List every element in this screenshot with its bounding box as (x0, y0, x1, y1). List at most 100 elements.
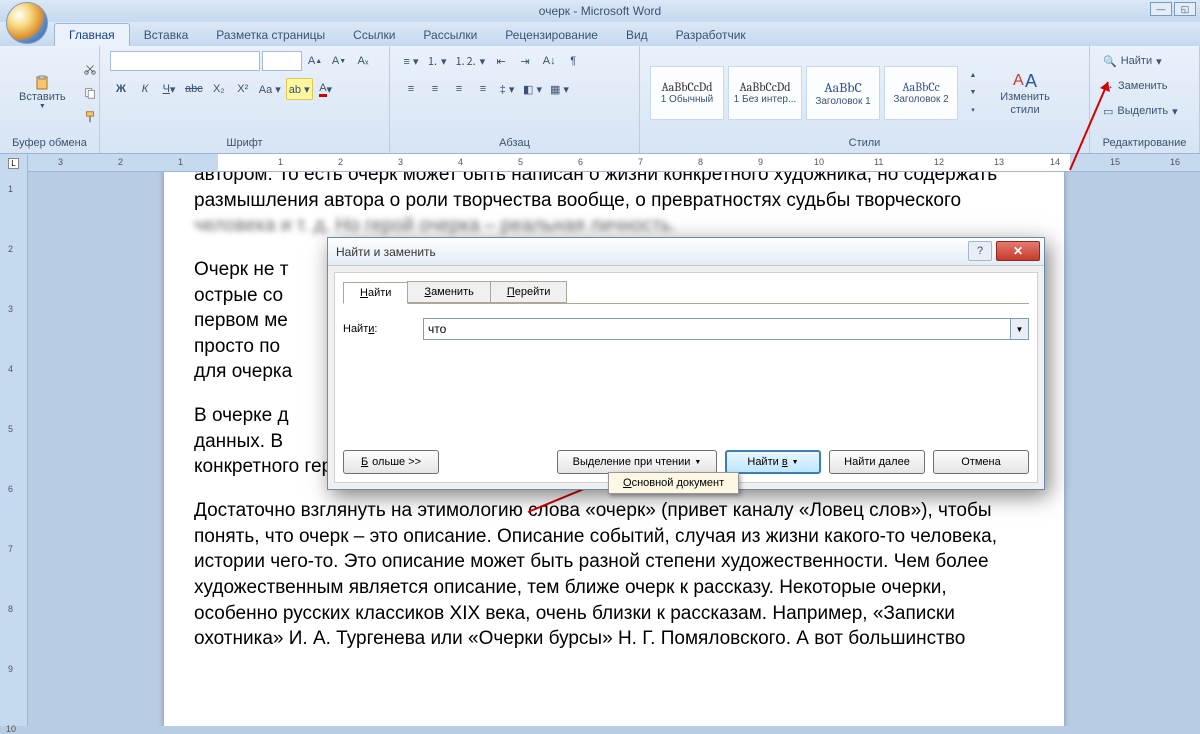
change-styles-button[interactable]: AA Изменить стили (988, 64, 1062, 120)
styles-more-button[interactable]: ▾ (962, 102, 984, 118)
dialog-help-button[interactable]: ? (968, 241, 992, 261)
font-color-button[interactable]: A ▾ (315, 78, 337, 100)
strike-button[interactable]: abc (182, 78, 206, 100)
doc-paragraph: Достаточно взглянуть на этимологию слова… (194, 498, 1034, 652)
style-heading1[interactable]: AaBbCЗаголовок 1 (806, 66, 880, 120)
clear-formatting-button[interactable]: Aₓ (352, 50, 374, 72)
tab-mailings[interactable]: Рассылки (409, 24, 491, 46)
grow-font-button[interactable]: A▲ (304, 50, 326, 72)
tab-review[interactable]: Рецензирование (491, 24, 612, 46)
horizontal-ruler[interactable]: 3 2 1 1 2 3 4 5 6 7 8 9 10 11 12 13 14 1… (28, 154, 1200, 172)
numbering-button[interactable]: ⒈ ▾ (424, 50, 450, 72)
minimize-button[interactable]: — (1150, 2, 1172, 16)
align-center-button[interactable]: ≡ (424, 78, 446, 100)
more-button[interactable]: Больше >> (343, 450, 439, 474)
svg-text:A: A (1025, 71, 1037, 91)
underline-button[interactable]: Ч ▾ (158, 78, 180, 100)
find-in-menu: Основной документ (608, 472, 739, 494)
align-right-button[interactable]: ≡ (448, 78, 470, 100)
shading-button[interactable]: ◧ ▾ (520, 78, 545, 100)
select-button[interactable]: ▭Выделить ▾ (1100, 100, 1189, 122)
menu-item-main-document[interactable]: Основной документ (623, 477, 724, 489)
sort-button[interactable]: A↓ (538, 50, 560, 72)
clipboard-group-label: Буфер обмена (10, 135, 89, 151)
svg-text:A: A (1013, 72, 1024, 89)
find-icon: 🔍 (1103, 55, 1117, 68)
change-styles-label: Изменить стили (997, 91, 1053, 115)
cancel-button[interactable]: Отмена (933, 450, 1029, 474)
ruler-corner[interactable]: L (0, 154, 28, 172)
font-group-label: Шрифт (110, 135, 379, 151)
paste-label: Вставить (19, 91, 66, 103)
copy-icon (83, 86, 97, 100)
tab-view[interactable]: Вид (612, 24, 662, 46)
title-bar: очерк - Microsoft Word — ◱ (0, 0, 1200, 22)
replace-icon: ↔ (1103, 80, 1114, 92)
find-next-button[interactable]: Найти далее (829, 450, 925, 474)
replace-button[interactable]: ↔Заменить (1100, 75, 1189, 97)
dialog-tab-find[interactable]: Найти (343, 282, 408, 304)
find-label: Найти: (343, 323, 423, 335)
select-icon: ▭ (1103, 105, 1113, 118)
paragraph-group-label: Абзац (400, 135, 629, 151)
align-left-button[interactable]: ≡ (400, 78, 422, 100)
bullets-button[interactable]: ≡ ▾ (400, 50, 422, 72)
tab-layout[interactable]: Разметка страницы (202, 24, 339, 46)
find-input[interactable] (423, 318, 1011, 340)
find-button[interactable]: 🔍Найти ▾ (1100, 50, 1189, 72)
outdent-button[interactable]: ⇤ (490, 50, 512, 72)
shrink-font-button[interactable]: A▼ (328, 50, 350, 72)
bold-button[interactable]: Ж (110, 78, 132, 100)
line-spacing-button[interactable]: ‡ ▾ (496, 78, 518, 100)
copy-button[interactable] (79, 82, 101, 104)
styles-icon: AA (1011, 69, 1039, 91)
style-nospacing[interactable]: AaBbCcDd1 Без интер... (728, 66, 802, 120)
font-family-combo[interactable] (110, 51, 260, 71)
tab-home[interactable]: Главная (54, 23, 130, 46)
clipboard-icon (34, 75, 50, 91)
change-case-button[interactable]: Aa ▾ (256, 78, 284, 100)
window-controls: — ◱ (1150, 2, 1196, 16)
subscript-button[interactable]: X₂ (208, 78, 230, 100)
find-in-button[interactable]: Найти в ▼ (725, 450, 821, 474)
restore-button[interactable]: ◱ (1174, 2, 1196, 16)
find-history-dropdown[interactable]: ▼ (1011, 318, 1029, 340)
borders-button[interactable]: ▦ ▾ (547, 78, 572, 100)
style-heading2[interactable]: AaBbCcЗаголовок 2 (884, 66, 958, 120)
styles-up-button[interactable]: ▲ (962, 68, 984, 84)
style-normal[interactable]: AaBbCcDd1 Обычный (650, 66, 724, 120)
cut-button[interactable] (79, 58, 101, 80)
tab-developer[interactable]: Разработчик (662, 24, 760, 46)
multilevel-button[interactable]: ⒈⒉ ▾ (452, 50, 489, 72)
indent-button[interactable]: ⇥ (514, 50, 536, 72)
superscript-button[interactable]: X² (232, 78, 254, 100)
show-marks-button[interactable]: ¶ (562, 50, 584, 72)
dialog-close-button[interactable]: ✕ (996, 241, 1040, 261)
dropdown-icon: ▼ (39, 103, 46, 110)
ribbon: Вставить ▼ Буфер обмена A▲ A▼ Aₓ Ж К (0, 46, 1200, 154)
eraser-icon: Aₓ (358, 55, 369, 67)
window-title: очерк - Microsoft Word (539, 4, 661, 18)
styles-down-button[interactable]: ▼ (962, 85, 984, 101)
dialog-title-text: Найти и заменить (336, 245, 436, 259)
paste-button[interactable]: Вставить ▼ (10, 70, 75, 115)
dialog-tabs: Найти Заменить Перейти (343, 281, 1029, 304)
italic-button[interactable]: К (134, 78, 156, 100)
dialog-tab-replace[interactable]: Заменить (407, 281, 490, 303)
format-painter-button[interactable] (79, 106, 101, 128)
highlight-button[interactable]: ab ▾ (286, 78, 313, 100)
font-size-combo[interactable] (262, 51, 302, 71)
styles-group-label: Стили (650, 135, 1079, 151)
office-button[interactable] (6, 2, 48, 44)
editing-group-label: Редактирование (1100, 135, 1189, 151)
vertical-ruler[interactable]: 1 2 3 4 5 6 7 8 9 10 (0, 172, 28, 726)
tab-insert[interactable]: Вставка (130, 24, 203, 46)
brush-icon (83, 110, 97, 124)
scissors-icon (83, 62, 97, 76)
find-replace-dialog: Найти и заменить ? ✕ Найти Заменить Пере… (327, 237, 1045, 490)
dialog-titlebar[interactable]: Найти и заменить ? ✕ (328, 238, 1044, 266)
tab-references[interactable]: Ссылки (339, 24, 409, 46)
reading-highlight-button[interactable]: Выделение при чтении ▼ (557, 450, 717, 474)
dialog-tab-goto[interactable]: Перейти (490, 281, 568, 303)
justify-button[interactable]: ≡ (472, 78, 494, 100)
